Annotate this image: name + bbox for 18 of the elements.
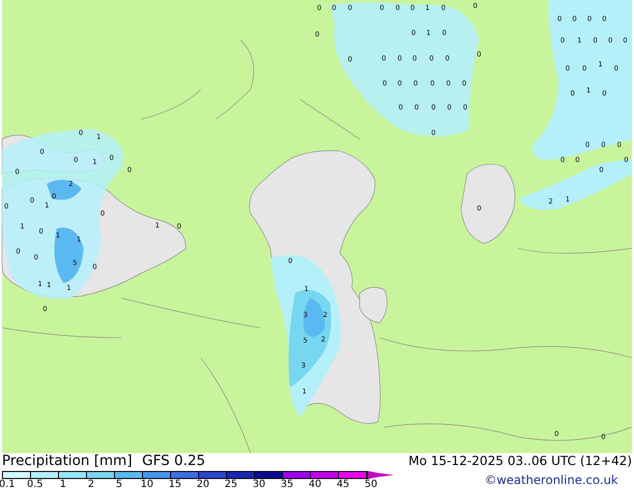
legend-tick-label: 25 — [224, 479, 238, 490]
legend-tick-label: 0.1 — [0, 479, 16, 490]
map-title: Precipitation [mm] — [2, 453, 132, 469]
model-name: GFS 0.25 — [142, 453, 206, 469]
legend-tick-label: 1 — [58, 479, 68, 490]
legend-tick-label: 0.5 — [26, 479, 44, 490]
legend-tick-label: 30 — [252, 479, 266, 490]
legend-tick-label: 45 — [336, 479, 350, 490]
legend-tick-label: 15 — [168, 479, 182, 490]
legend-tick-label: 50 — [364, 479, 378, 490]
legend-tick-label: 40 — [308, 479, 322, 490]
credit-link[interactable]: ©weatheronline.co.uk — [484, 473, 618, 487]
legend-tick-label: 2 — [86, 479, 96, 490]
legend-tick-label: 5 — [114, 479, 124, 490]
legend-tick-label: 20 — [196, 479, 210, 490]
legend-tick-label: 35 — [280, 479, 294, 490]
date-time: Mo 15-12-2025 03..06 UTC (12+42) — [408, 453, 632, 469]
legend-tick-label: 10 — [140, 479, 154, 490]
